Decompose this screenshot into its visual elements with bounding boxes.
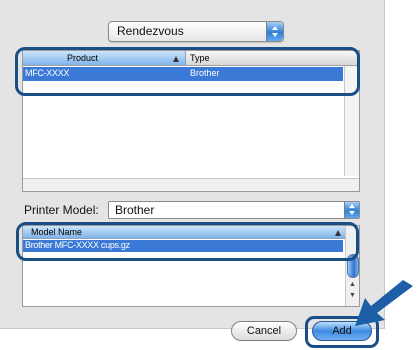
connection-type-value: Rendezvous: [117, 24, 184, 38]
printer-model-popup[interactable]: Brother: [108, 201, 360, 219]
cancel-button[interactable]: Cancel: [231, 321, 297, 341]
connection-type-popup[interactable]: Rendezvous: [108, 21, 284, 42]
popup-arrows-icon: [266, 22, 283, 41]
printer-model-label: Printer Model:: [24, 203, 99, 217]
popup-arrows-icon: [344, 202, 359, 218]
printer-row-callout: [15, 47, 360, 96]
printer-model-value: Brother: [115, 203, 155, 217]
printer-list-horizontal-scrollbar[interactable]: [23, 178, 359, 191]
pointer-arrow-icon: [355, 280, 413, 326]
model-row-callout: [16, 222, 359, 261]
